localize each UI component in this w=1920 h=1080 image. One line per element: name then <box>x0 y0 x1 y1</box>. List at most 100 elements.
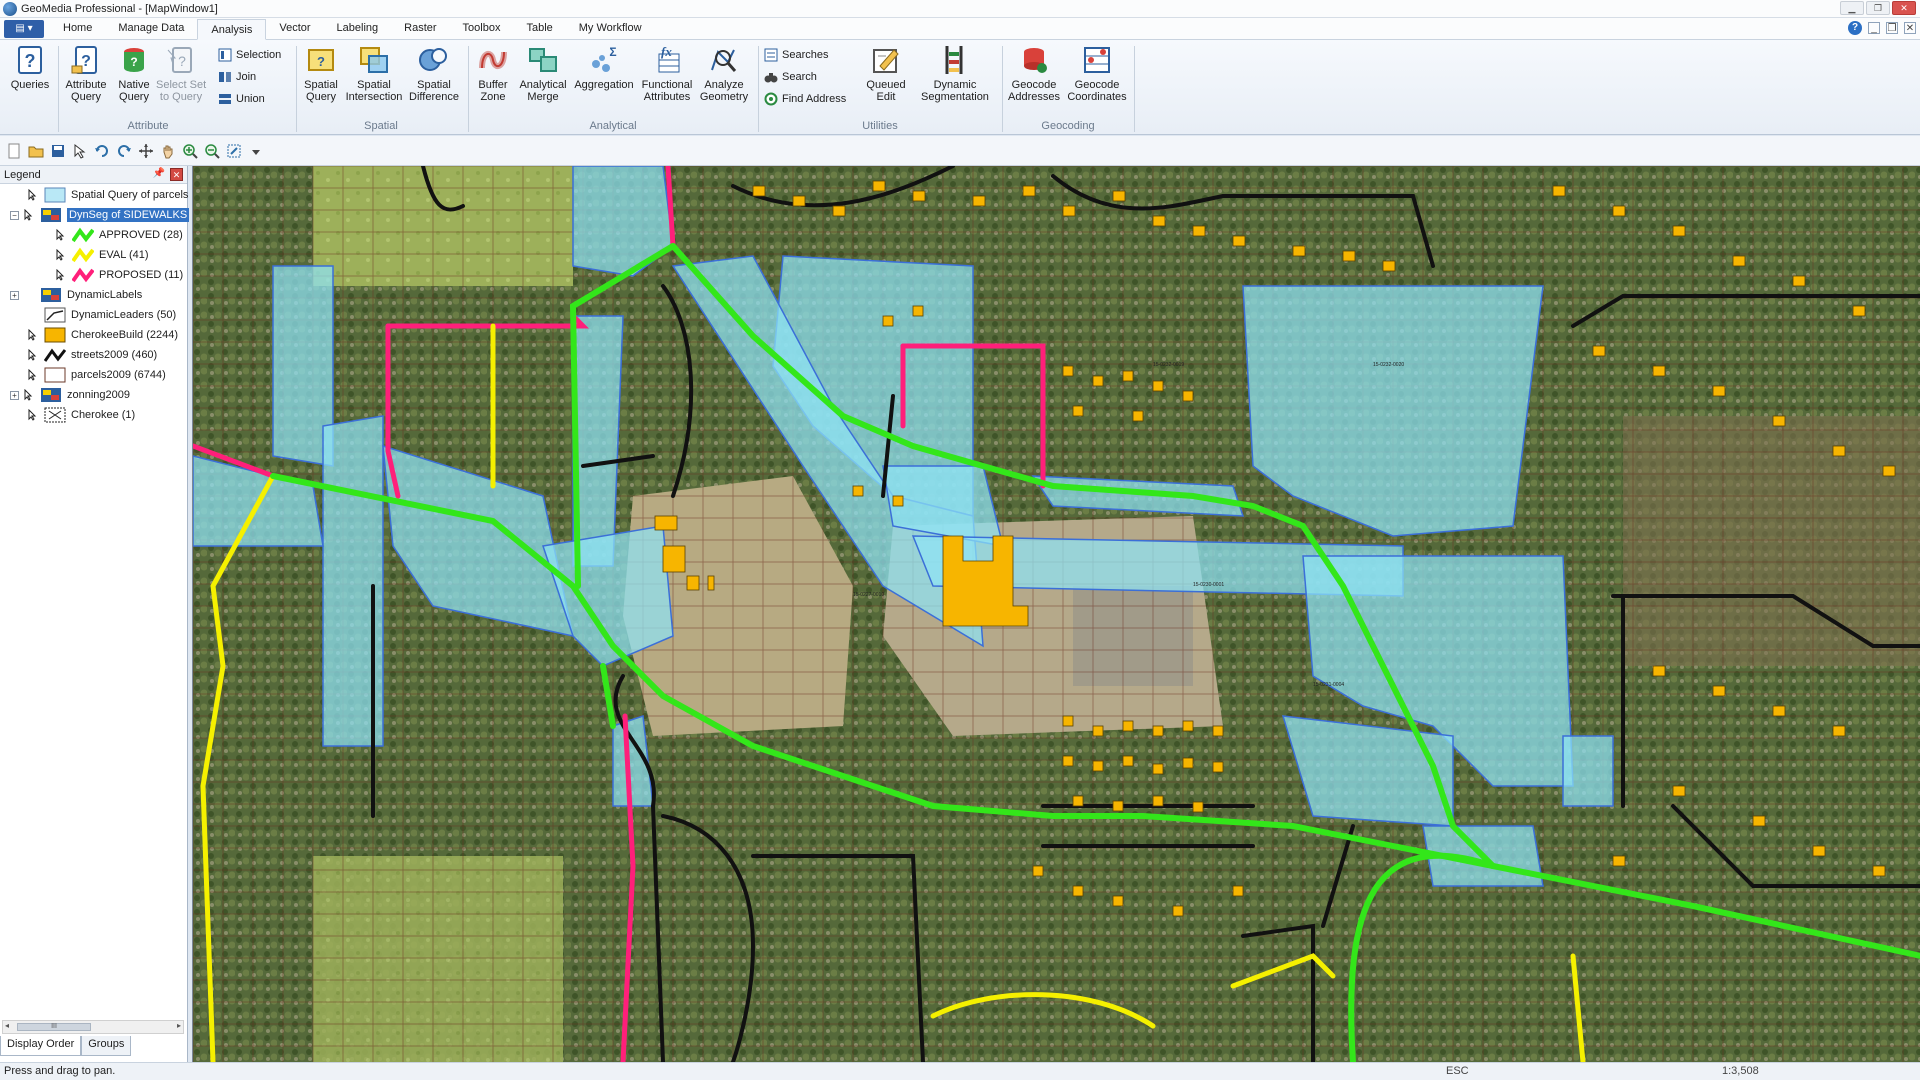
queries-button[interactable]: ? Queries <box>6 44 54 91</box>
legend-entry-approved[interactable]: APPROVED (28) <box>56 226 183 244</box>
zoom-out-icon[interactable] <box>204 143 220 159</box>
searches-button[interactable]: Searches <box>764 46 828 64</box>
expand-icon[interactable]: + <box>10 290 19 300</box>
legend-entry-eval[interactable]: EVAL (41) <box>56 246 149 264</box>
ribbon: ? Queries ? Attribute Query ? Native Que… <box>0 40 1920 135</box>
minimize-icon[interactable]: ▁ <box>1840 1 1864 15</box>
map-canvas[interactable]: 15-0232-0019 15-0232-0020 15-0227-0010 1… <box>193 166 1920 1062</box>
svg-text:15-0227-0010: 15-0227-0010 <box>853 592 884 598</box>
legend-entry-dynamic-leaders[interactable]: DynamicLeaders (50) <box>28 306 176 324</box>
functional-attributes-button[interactable]: fx Functional Attributes <box>638 44 696 103</box>
spatial-intersection-button[interactable]: Spatial Intersection <box>344 44 404 103</box>
functional-attributes-icon: fx <box>651 44 683 76</box>
tab-my-workflow[interactable]: My Workflow <box>566 18 655 39</box>
geocode-addresses-icon <box>1018 44 1050 76</box>
title-bar: GeoMedia Professional - [MapWindow1] ▁ ❐… <box>0 0 1920 18</box>
leader-line-symbol-icon <box>44 307 66 323</box>
help-icon[interactable]: ? <box>1848 21 1862 35</box>
join-button[interactable]: Join <box>218 68 256 86</box>
pan-tool-icon[interactable] <box>138 143 154 159</box>
window-controls: ▁ ❐ ✕ <box>1840 1 1916 15</box>
attribute-query-button[interactable]: ? Attribute Query <box>60 44 112 103</box>
maximize-icon[interactable]: ❐ <box>1866 1 1890 15</box>
legend-entry-dynseg[interactable]: − DynSeg of SIDEWALKS <box>10 206 190 224</box>
group-label-geocoding: Geocoding <box>1041 120 1095 132</box>
spatial-query-button[interactable]: ? Spatial Query <box>300 44 342 103</box>
queued-edit-button[interactable]: Queued Edit <box>862 44 910 103</box>
tab-analysis[interactable]: Analysis <box>197 19 267 40</box>
query-parcel <box>1562 735 1614 807</box>
legend-entry-streets[interactable]: streets2009 (460) <box>28 346 157 364</box>
pin-icon[interactable]: 📌 <box>153 168 165 179</box>
expand-icon[interactable]: + <box>10 390 19 400</box>
mdi-restore-icon[interactable]: ❐ <box>1886 22 1898 34</box>
select-tool-icon[interactable] <box>72 143 88 159</box>
aggregation-button[interactable]: Σ Aggregation <box>572 44 636 91</box>
legend-tabs: Display Order Groups <box>0 1036 188 1056</box>
new-icon[interactable] <box>6 143 22 159</box>
legend-entry-cherokee[interactable]: Cherokee (1) <box>28 406 135 424</box>
approved-line-symbol-icon <box>71 227 95 243</box>
geocode-addresses-button[interactable]: Geocode Addresses <box>1006 44 1062 103</box>
fit-all-icon[interactable] <box>226 143 242 159</box>
legend-entry-cherokee-build[interactable]: CherokeeBuild (2244) <box>28 326 178 344</box>
select-set-to-query-button[interactable]: ? Select Set to Query <box>156 44 206 103</box>
scroll-right-icon[interactable]: ▸ <box>177 1021 181 1030</box>
native-query-button[interactable]: ? Native Query <box>114 44 154 103</box>
analyze-geometry-icon <box>708 44 740 76</box>
buffer-zone-button[interactable]: Buffer Zone <box>472 44 514 103</box>
analyze-geometry-button[interactable]: Analyze Geometry <box>696 44 752 103</box>
svg-text:?: ? <box>130 55 137 69</box>
tab-home[interactable]: Home <box>50 18 105 39</box>
scroll-left-icon[interactable]: ◂ <box>5 1021 9 1030</box>
selection-button[interactable]: Selection <box>218 46 281 64</box>
tab-display-order[interactable]: Display Order <box>0 1036 82 1056</box>
tab-table[interactable]: Table <box>513 18 565 39</box>
queries-icon: ? <box>14 44 46 76</box>
undo-icon[interactable] <box>94 143 110 159</box>
search-button[interactable]: Search <box>764 68 817 86</box>
legend-entry-dynamic-labels[interactable]: + DynamicLabels <box>10 286 142 304</box>
mdi-minimize-icon[interactable]: _ <box>1868 22 1880 34</box>
legend-entry-parcels[interactable]: parcels2009 (6744) <box>28 366 166 384</box>
tab-vector[interactable]: Vector <box>266 18 323 39</box>
mdi-close-icon[interactable]: ✕ <box>1904 22 1916 34</box>
tab-raster[interactable]: Raster <box>391 18 449 39</box>
pan-hand-icon[interactable] <box>160 143 176 159</box>
map-window[interactable]: 15-0232-0019 15-0232-0020 15-0227-0010 1… <box>192 166 1920 1062</box>
cursor-arrow-icon <box>28 348 38 361</box>
find-address-button[interactable]: Find Address <box>764 90 846 108</box>
geocode-coordinates-button[interactable]: Geocode Coordinates <box>1064 44 1130 103</box>
tab-groups[interactable]: Groups <box>81 1036 132 1056</box>
legend-close-icon[interactable]: ✕ <box>170 168 183 181</box>
application-menu-button[interactable]: ▤ ▾ <box>4 20 44 38</box>
tab-manage-data[interactable]: Manage Data <box>105 18 197 39</box>
legend-selected-label: DynSeg of SIDEWALKS <box>67 208 190 222</box>
tab-labeling[interactable]: Labeling <box>324 18 392 39</box>
legend-entry-proposed[interactable]: PROPOSED (11) <box>56 266 183 284</box>
dynamic-segmentation-button[interactable]: Dynamic Segmentation <box>914 44 996 103</box>
redo-icon[interactable] <box>116 143 132 159</box>
save-icon[interactable] <box>50 143 66 159</box>
street-line-symbol-icon <box>43 347 67 363</box>
spatial-difference-button[interactable]: Spatial Difference <box>406 44 462 103</box>
close-icon[interactable]: ✕ <box>1892 1 1916 15</box>
legend-title: Legend <box>4 168 41 181</box>
window-title: GeoMedia Professional - [MapWindow1] <box>21 2 218 15</box>
union-button[interactable]: Union <box>218 90 265 108</box>
legend-horizontal-scrollbar[interactable]: ◂ III ▸ <box>2 1020 184 1034</box>
tab-toolbox[interactable]: Toolbox <box>450 18 514 39</box>
spatial-query-icon: ? <box>305 44 337 76</box>
legend-entry-spatial-query[interactable]: Spatial Query of parcels <box>28 186 188 204</box>
toolbar-overflow-icon[interactable] <box>248 143 264 159</box>
legend-entry-zonning[interactable]: + zonning2009 <box>10 386 130 404</box>
open-folder-icon[interactable] <box>28 143 44 159</box>
cursor-arrow-icon <box>28 188 38 201</box>
map-toolbar <box>0 136 1920 166</box>
zoom-in-icon[interactable] <box>182 143 198 159</box>
collapse-icon[interactable]: − <box>10 210 19 220</box>
scroll-thumb[interactable]: III <box>17 1023 91 1031</box>
analytical-merge-button[interactable]: Analytical Merge <box>516 44 570 103</box>
spatial-intersection-icon <box>358 44 390 76</box>
cursor-arrow-icon <box>24 388 34 401</box>
